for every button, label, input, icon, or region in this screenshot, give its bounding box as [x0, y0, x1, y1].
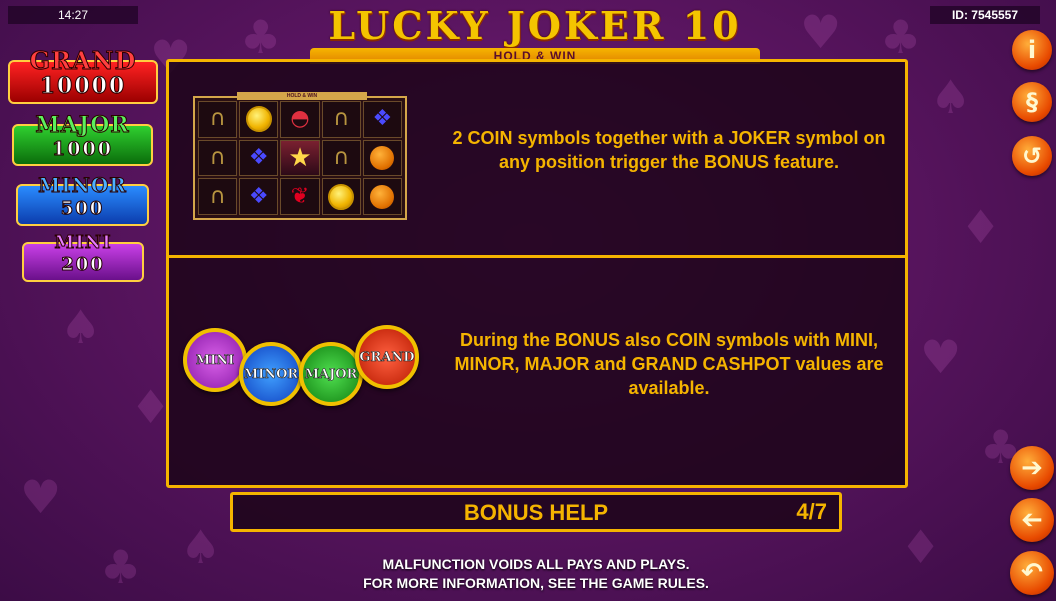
reel-cell: ∩: [321, 101, 361, 138]
reel-cell: ❖: [362, 101, 402, 138]
help-page-title: BONUS HELP: [463, 500, 609, 525]
mini-reels-header: HOLD & WIN: [237, 92, 367, 100]
info-icon: i: [1027, 36, 1037, 64]
disclaimer-line-2: FOR MORE INFORMATION, SEE THE GAME RULES…: [363, 575, 709, 591]
coin-icon: [328, 183, 355, 210]
history-button[interactable]: ↺: [1012, 136, 1052, 176]
reel-cell: ∩: [198, 178, 238, 215]
horseshoe-icon: ∩: [333, 144, 350, 170]
reel-cell: [239, 101, 279, 138]
reel-cell: ❦: [280, 178, 320, 215]
reel-cell: ★: [280, 139, 320, 177]
arrow-right-icon: ➔: [1021, 453, 1043, 483]
coin-mini: MINI: [183, 328, 247, 392]
grapes-icon: ❖: [248, 183, 269, 209]
watermelon-icon: ◓: [290, 106, 310, 132]
reel-cell: ∩: [198, 139, 238, 177]
clock: 14:27: [8, 6, 138, 24]
jackpot-minor: MINOR 500: [16, 173, 149, 226]
jackpot-grand-label: GRAND: [29, 46, 137, 75]
jackpot-mini: MINI 200: [22, 232, 144, 282]
paragraph-icon: §: [1026, 88, 1038, 116]
logo-title: LUCKY JOKER 10: [328, 3, 742, 48]
jackpot-major-label: MAJOR: [35, 112, 130, 139]
history-icon: ↺: [1021, 142, 1043, 170]
return-icon: ↶: [1021, 558, 1043, 588]
reel-cell: ∩: [321, 139, 361, 177]
reel-cell: [362, 178, 402, 215]
panel-divider: [169, 255, 905, 258]
help-page-counter: 4/7: [796, 499, 827, 524]
coin-major: MAJOR: [299, 342, 363, 406]
mini-reels-illustration: HOLD & WIN ∩ ◓ ∩ ❖ ∩ ❖ ★ ∩ ∩ ❖ ❦: [193, 92, 407, 220]
game-id: ID: 7545557: [930, 6, 1040, 24]
coin-minor: MINOR: [239, 342, 303, 406]
reel-cell: ◓: [280, 101, 320, 138]
reel-cell: ❖: [239, 139, 279, 177]
reel-cell: [362, 139, 402, 177]
rules-button[interactable]: §: [1012, 82, 1052, 122]
mini-reels-grid: ∩ ◓ ∩ ❖ ∩ ❖ ★ ∩ ∩ ❖ ❦: [198, 101, 402, 215]
joker-icon: ★: [288, 142, 312, 173]
horseshoe-icon: ∩: [209, 144, 226, 170]
help-panel: HOLD & WIN ∩ ◓ ∩ ❖ ∩ ❖ ★ ∩ ∩ ❖ ❦ 2 COIN symbols to…: [166, 59, 908, 488]
coin-grand: GRAND: [355, 325, 419, 389]
jackpot-minor-label: MINOR: [38, 173, 127, 198]
arrow-left-icon: ➔: [1021, 505, 1043, 535]
horseshoe-icon: ∩: [209, 106, 226, 132]
help-section-1-text: 2 COIN symbols together with a JOKER sym…: [452, 128, 886, 172]
next-page-button[interactable]: ➔: [1010, 446, 1054, 490]
reel-cell: ❖: [239, 178, 279, 215]
jackpot-grand: GRAND 10000: [8, 47, 158, 104]
prev-page-button[interactable]: ➔: [1010, 498, 1054, 542]
cherry-icon: ❦: [290, 183, 310, 209]
reel-cell: ∩: [198, 101, 238, 138]
info-button[interactable]: i: [1012, 30, 1052, 70]
grapes-icon: ❖: [372, 106, 393, 132]
horseshoe-icon: ∩: [333, 106, 350, 132]
disclaimer-line-1: MALFUNCTION VOIDS ALL PAYS AND PLAYS.: [382, 556, 690, 572]
reel-cell: [321, 178, 361, 215]
back-button[interactable]: ↶: [1010, 551, 1054, 595]
coin-icon: [245, 106, 272, 133]
help-section-2-text: During the BONUS also COIN symbols with …: [454, 330, 884, 398]
orange-icon: [370, 184, 395, 209]
grapes-icon: ❖: [248, 144, 269, 170]
game-logo: LUCKY JOKER 10 HOLD & WIN: [310, 3, 760, 64]
horseshoe-icon: ∩: [209, 183, 226, 209]
jackpot-major: MAJOR 1000: [12, 112, 153, 166]
orange-icon: [370, 145, 395, 170]
help-page-bar: BONUS HELP 4/7: [230, 492, 842, 532]
jackpot-mini-label: MINI: [54, 232, 112, 254]
